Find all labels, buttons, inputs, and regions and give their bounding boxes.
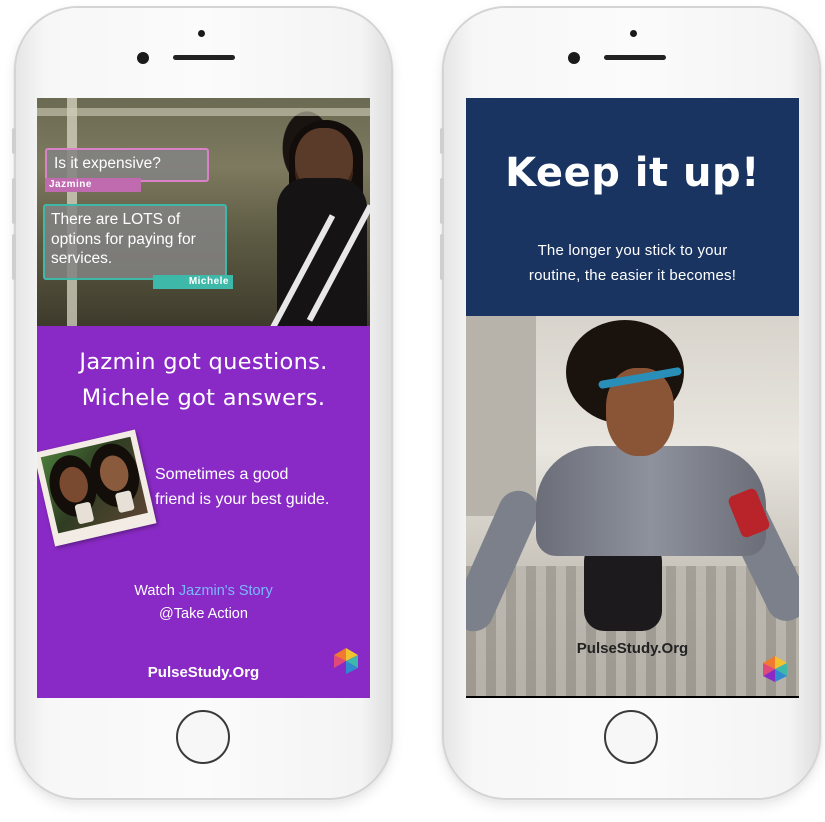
pulse-logo-icon <box>763 656 787 682</box>
headline: Jazmin got questions. Michele got answer… <box>37 344 370 416</box>
site-url[interactable]: PulseStudy.Org <box>466 640 799 657</box>
jazmin-photo: Is it expensive? Jazmine There are LOTS … <box>37 98 370 332</box>
purple-panel: Jazmin got questions. Michele got answer… <box>37 326 370 698</box>
volume-up-button <box>440 178 444 224</box>
mute-switch <box>440 128 444 154</box>
right-screen: Keep it up! The longer you stick to your… <box>466 98 799 698</box>
volume-down-button <box>12 234 16 280</box>
front-camera <box>568 52 580 64</box>
answer-bubble: There are LOTS of options for paying for… <box>43 204 227 280</box>
site-url[interactable]: PulseStudy.Org <box>37 664 370 681</box>
navy-panel: Keep it up! The longer you stick to your… <box>466 98 799 316</box>
tagline: Sometimes a good friend is your best gui… <box>155 462 365 512</box>
question-bubble: Is it expensive? <box>45 148 209 182</box>
volume-up-button <box>12 178 16 224</box>
tagline-line1: Sometimes a good <box>155 466 289 483</box>
earpiece-speaker <box>604 55 666 60</box>
watch-prefix: Watch <box>134 583 179 599</box>
headline-line2: Michele got answers. <box>81 385 326 411</box>
tagline-line2: friend is your best guide. <box>155 491 330 508</box>
subtitle: The longer you stick to your routine, th… <box>466 238 799 288</box>
left-screen: Is it expensive? Jazmine There are LOTS … <box>37 98 370 698</box>
subtitle-line1: The longer you stick to your <box>537 242 728 259</box>
question-author-label: Jazmine <box>45 178 141 192</box>
take-action-label: @Take Action <box>159 606 248 622</box>
pulse-logo-icon <box>334 648 358 674</box>
friends-polaroid-photo <box>37 429 157 547</box>
jazmins-story-link[interactable]: Jazmin's Story <box>179 583 273 599</box>
keep-it-up-title: Keep it up! <box>505 150 760 196</box>
front-camera <box>137 52 149 64</box>
answer-author-label: Michele <box>153 275 233 289</box>
front-sensor <box>630 30 637 37</box>
mute-switch <box>12 128 16 154</box>
subtitle-line2: routine, the easier it becomes! <box>528 267 737 284</box>
right-phone: Keep it up! The longer you stick to your… <box>440 8 819 798</box>
headline-line1: Jazmin got questions. <box>79 349 328 375</box>
left-phone: Is it expensive? Jazmine There are LOTS … <box>12 8 391 798</box>
earpiece-speaker <box>173 55 235 60</box>
watch-story-text: Watch Jazmin's Story @Take Action <box>37 580 370 626</box>
home-button[interactable] <box>176 710 230 764</box>
workout-photo <box>466 316 799 696</box>
front-sensor <box>198 30 205 37</box>
volume-down-button <box>440 234 444 280</box>
home-button[interactable] <box>604 710 658 764</box>
